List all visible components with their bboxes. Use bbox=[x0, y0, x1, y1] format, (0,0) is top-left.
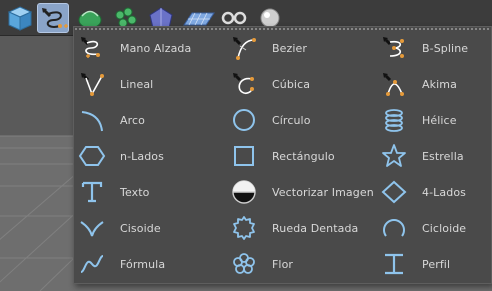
spline-pen-icon bbox=[42, 8, 68, 28]
menu-item-label: Arco bbox=[120, 113, 145, 127]
menu-item-b-spline[interactable]: B-Spline bbox=[380, 31, 468, 65]
circle-icon bbox=[230, 106, 258, 134]
menu-item-label: Rueda Dentada bbox=[272, 221, 359, 235]
menu-item-circulo[interactable]: Círculo bbox=[230, 103, 311, 137]
menu-item-label: Cisoide bbox=[120, 221, 161, 235]
text-icon bbox=[78, 178, 106, 206]
menu-item-4-lados[interactable]: 4-Lados bbox=[380, 175, 466, 209]
menu-item-estrella[interactable]: Estrella bbox=[380, 139, 464, 173]
menu-item-label: Flor bbox=[272, 257, 294, 271]
menu-item-perfil[interactable]: Perfil bbox=[380, 247, 450, 281]
menu-item-label: Vectorizar Imagen bbox=[272, 185, 374, 199]
rectangle-icon bbox=[230, 142, 258, 170]
menu-item-label: B-Spline bbox=[422, 41, 469, 55]
cycloid-icon bbox=[380, 214, 408, 242]
menu-item-label: Lineal bbox=[120, 77, 154, 91]
menu-item-label: Akima bbox=[422, 77, 457, 91]
star-icon bbox=[380, 142, 408, 170]
cube-icon bbox=[7, 6, 33, 31]
menu-item-label: n-Lados bbox=[120, 149, 164, 163]
spline-tool-button[interactable] bbox=[37, 3, 69, 33]
freehand-icon bbox=[78, 34, 106, 62]
hexagon-icon bbox=[78, 142, 106, 170]
flower-icon bbox=[230, 250, 258, 278]
menu-item-helice[interactable]: Hélice bbox=[380, 103, 457, 137]
bspline-icon bbox=[380, 34, 408, 62]
menu-item-label: Perfil bbox=[422, 257, 451, 271]
menu-item-label: Círculo bbox=[272, 113, 311, 127]
cube-tool-button[interactable] bbox=[4, 3, 36, 33]
menu-item-mano-alzada[interactable]: Mano Alzada bbox=[78, 31, 191, 65]
linear-icon bbox=[78, 70, 106, 98]
menu-item-cubica[interactable]: Cúbica bbox=[230, 67, 310, 101]
menu-item-cisoide[interactable]: Cisoide bbox=[78, 211, 161, 245]
cissoid-icon bbox=[78, 214, 106, 242]
menu-item-formula[interactable]: Fórmula bbox=[78, 247, 165, 281]
menu-item-label: Hélice bbox=[422, 113, 457, 127]
menu-item-label: Cicloide bbox=[422, 221, 467, 235]
formula-icon bbox=[78, 250, 106, 278]
helix-icon bbox=[380, 106, 408, 134]
menu-item-cicloide[interactable]: Cicloide bbox=[380, 211, 466, 245]
menu-item-label: Fórmula bbox=[120, 257, 166, 271]
menu-item-label: Cúbica bbox=[272, 77, 311, 91]
menu-item-akima[interactable]: Akima bbox=[380, 67, 457, 101]
menu-item-label: Rectángulo bbox=[272, 149, 335, 163]
menu-item-lineal[interactable]: Lineal bbox=[78, 67, 153, 101]
menu-item-label: 4-Lados bbox=[422, 185, 466, 199]
bezier-icon bbox=[230, 34, 258, 62]
vectorize-image-icon bbox=[230, 178, 258, 206]
menu-item-flor[interactable]: Flor bbox=[230, 247, 293, 281]
profile-icon bbox=[380, 250, 408, 278]
menu-item-arco[interactable]: Arco bbox=[78, 103, 145, 137]
menu-item-label: Bezier bbox=[272, 41, 308, 55]
menu-item-texto[interactable]: Texto bbox=[78, 175, 149, 209]
menu-item-vectorizar-imagen[interactable]: Vectorizar Imagen bbox=[230, 175, 374, 209]
arc-icon bbox=[78, 106, 106, 134]
menu-item-bezier[interactable]: Bezier bbox=[230, 31, 307, 65]
menu-item-rectangulo[interactable]: Rectángulo bbox=[230, 139, 335, 173]
spline-dropdown-menu: Mano Alzada Lineal Arco n-Lados Texto Ci… bbox=[73, 26, 492, 284]
gear-icon bbox=[230, 214, 258, 242]
menu-item-label: Mano Alzada bbox=[120, 41, 192, 55]
menu-item-label: Estrella bbox=[422, 149, 464, 163]
menu-item-n-lados[interactable]: n-Lados bbox=[78, 139, 164, 173]
menu-item-rueda-dentada[interactable]: Rueda Dentada bbox=[230, 211, 358, 245]
akima-icon bbox=[380, 70, 408, 98]
menu-item-label: Texto bbox=[120, 185, 150, 199]
diamond-icon bbox=[380, 178, 408, 206]
cubic-icon bbox=[230, 70, 258, 98]
